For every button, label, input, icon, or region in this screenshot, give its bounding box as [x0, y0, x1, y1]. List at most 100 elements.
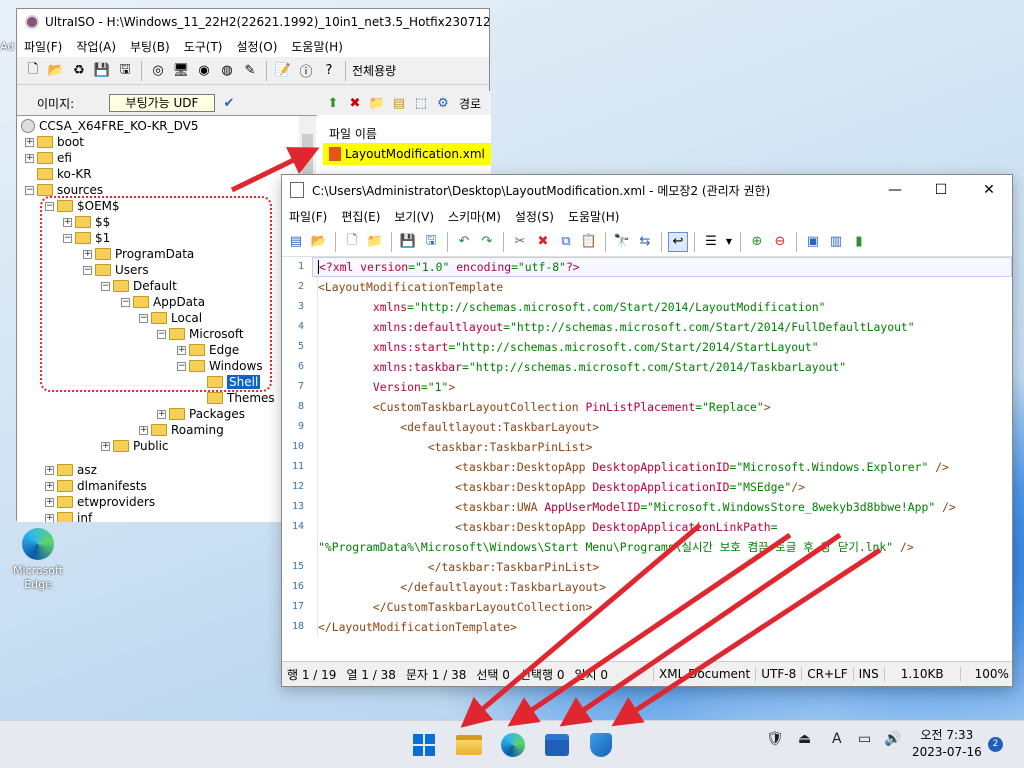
save-icon[interactable]: 💾 [92, 61, 112, 81]
save-as-icon[interactable]: 🖫 [421, 232, 441, 252]
minimize-button[interactable]: — [872, 175, 918, 205]
screen-icon[interactable]: 🖥 [171, 61, 191, 81]
expand-icon[interactable]: + [45, 465, 54, 475]
network-icon[interactable]: ▭ [858, 731, 871, 747]
clock[interactable]: 오전 7:33 2023-07-16 [912, 727, 982, 761]
expand-icon[interactable]: + [101, 441, 110, 451]
rename-icon[interactable]: ▤ [389, 93, 409, 113]
menu-file[interactable]: 파일(F) [282, 208, 334, 225]
help-icon[interactable]: ? [319, 61, 339, 81]
expand-icon[interactable]: + [139, 425, 148, 435]
tree-item[interactable]: + boot [25, 134, 84, 150]
replace-icon[interactable]: ⇆ [635, 232, 655, 252]
new-folder-icon[interactable]: 📁 [367, 93, 387, 113]
status-encoding[interactable]: UTF-8 [755, 667, 801, 681]
tree-item[interactable]: + Public [101, 438, 169, 454]
undo-icon[interactable]: ↶ [454, 232, 474, 252]
tree-item[interactable]: Themes [195, 390, 275, 406]
scrollbar-thumb[interactable] [302, 134, 313, 174]
compress-icon[interactable]: ✎ [240, 61, 260, 81]
edge-desktop-icon[interactable]: Microsoft Edge [8, 528, 68, 592]
menu-tools[interactable]: 도구(T) [177, 38, 230, 55]
expand-icon[interactable]: + [25, 137, 34, 147]
menu-options[interactable]: 설정(O) [229, 38, 284, 55]
open-folder-icon[interactable]: 📂 [309, 232, 329, 252]
maximize-button[interactable]: ☐ [918, 175, 964, 205]
burn-icon[interactable]: ◉ [194, 61, 214, 81]
security-tray-icon[interactable]: 🛡 [766, 731, 784, 747]
exit-icon[interactable]: ▮ [849, 232, 869, 252]
copy-icon[interactable]: ⧉ [556, 232, 576, 252]
find-icon[interactable]: 🔭 [612, 232, 632, 252]
extract-folder-icon[interactable]: ⬚ [411, 93, 431, 113]
menu-help[interactable]: 도움말(H) [284, 38, 350, 55]
up-arrow-icon[interactable]: ⬆ [323, 93, 343, 113]
chevron-down-icon[interactable]: ▼ [724, 232, 734, 252]
file-item-selected[interactable]: LayoutModification.xml [323, 143, 491, 165]
menu-help[interactable]: 도움말(H) [561, 208, 627, 225]
settings-icon[interactable]: ⚙ [433, 93, 453, 113]
status-zoom[interactable]: 100% [959, 667, 1023, 681]
expand-icon[interactable]: + [25, 153, 34, 163]
delete-icon[interactable]: ✖ [533, 232, 553, 252]
tree-item[interactable]: CCSA_X64FRE_KO-KR_DV5 [21, 118, 199, 134]
expand-icon[interactable]: + [157, 409, 166, 419]
start-button[interactable] [408, 729, 440, 761]
tree-item[interactable]: + asz [45, 462, 97, 478]
cd-icon[interactable]: ◎ [148, 61, 168, 81]
filename-column-header[interactable]: 파일 이름 [329, 125, 491, 142]
expand-icon[interactable]: + [45, 513, 54, 522]
zoom-in-icon[interactable]: ⊕ [747, 232, 767, 252]
taskbar-store[interactable] [541, 729, 573, 761]
properties-icon[interactable]: 📝 [273, 61, 293, 81]
delete-icon[interactable]: ✖ [345, 93, 365, 113]
usb-icon[interactable]: ⏏ [798, 731, 811, 747]
fonts-icon[interactable]: ▥ [826, 232, 846, 252]
image-properties-icon[interactable]: ✔ [219, 93, 239, 113]
expand-icon[interactable]: + [45, 497, 54, 507]
tree-item[interactable]: + dlmanifests [45, 478, 147, 494]
word-wrap-icon[interactable]: ↩ [668, 231, 688, 252]
notification-badge[interactable]: 2 [988, 737, 1003, 752]
code-editor[interactable]: 1 2 3 4 5 6 7 8 9 10 11 12 13 14 15 16 1… [282, 257, 1012, 661]
zoom-out-icon[interactable]: ⊖ [770, 232, 790, 252]
taskbar-file-explorer[interactable] [453, 729, 485, 761]
menu-edit[interactable]: 편집(E) [334, 208, 387, 225]
status-ins[interactable]: INS [852, 667, 884, 681]
tree-item[interactable]: + inf [45, 510, 92, 522]
cut-icon[interactable]: ✂ [510, 232, 530, 252]
menu-file[interactable]: 파일(F) [17, 38, 69, 55]
save-as-icon[interactable]: 🖫 [115, 61, 135, 81]
tree-item[interactable]: + efi [25, 150, 72, 166]
menu-action[interactable]: 작업(A) [69, 38, 123, 55]
taskbar-security[interactable] [585, 729, 617, 761]
tree-item[interactable]: + Roaming [139, 422, 224, 438]
save-icon[interactable]: 💾 [398, 232, 418, 252]
tree-item[interactable]: + etwproviders [45, 494, 155, 510]
menu-boot[interactable]: 부팅(B) [123, 38, 177, 55]
info-icon[interactable]: ⓘ [296, 61, 316, 81]
menu-settings[interactable]: 설정(S) [508, 208, 561, 225]
tree-item[interactable]: ko-KR [25, 166, 92, 182]
status-schema[interactable]: XML Document [653, 667, 755, 681]
list-icon[interactable]: ☰ [701, 232, 721, 252]
scheme-icon[interactable]: ▣ [803, 232, 823, 252]
new-file-icon[interactable]: ▤ [286, 232, 306, 252]
new-icon[interactable]: 🗋 [23, 61, 43, 81]
volume-icon[interactable]: 🔊 [884, 731, 901, 747]
menu-scheme[interactable]: 스키마(M) [441, 208, 508, 225]
recent-icon[interactable]: 📁 [365, 232, 385, 252]
tree-item[interactable]: + Packages [157, 406, 245, 422]
paste-icon[interactable]: 📋 [579, 232, 599, 252]
ultraiso-titlebar[interactable]: UltraISO - H:\Windows_11_22H2(22621.1992… [17, 9, 489, 35]
status-eol[interactable]: CR+LF [801, 667, 852, 681]
mount-icon[interactable]: ◍ [217, 61, 237, 81]
browse-icon[interactable]: 🗋 [342, 232, 362, 252]
extract-icon[interactable]: ♻ [69, 61, 89, 81]
menu-view[interactable]: 보기(V) [387, 208, 441, 225]
redo-icon[interactable]: ↷ [477, 232, 497, 252]
taskbar-edge[interactable] [497, 729, 529, 761]
open-icon[interactable]: 📂 [46, 61, 66, 81]
close-button[interactable]: ✕ [966, 175, 1012, 205]
expand-icon[interactable]: + [45, 481, 54, 491]
